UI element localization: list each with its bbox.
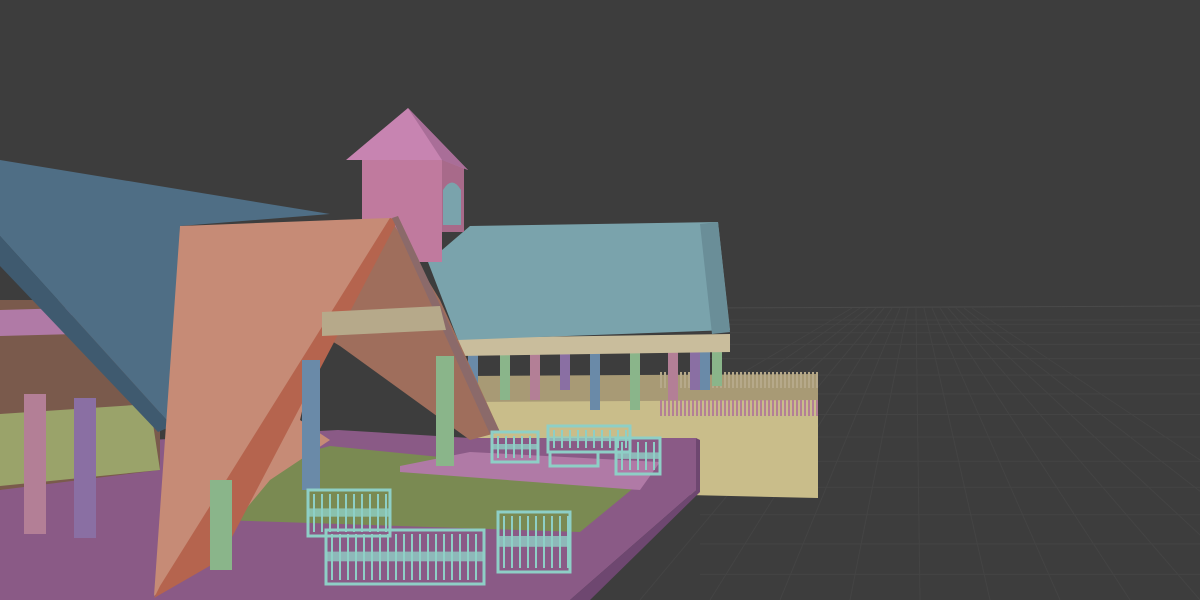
gable-column-front <box>210 480 232 570</box>
railing-post <box>684 400 686 416</box>
railing-post <box>756 372 758 388</box>
railing-post <box>760 372 762 388</box>
railing-post <box>732 372 734 388</box>
railing-post <box>788 372 790 388</box>
railing-post <box>728 372 730 388</box>
pavilion-column <box>712 350 722 386</box>
railing-post <box>744 400 746 416</box>
railing-post <box>668 400 670 416</box>
railing-post <box>768 372 770 388</box>
railing-post <box>784 372 786 388</box>
pavilion-column <box>530 350 540 400</box>
railing-post <box>808 400 810 416</box>
3d-viewport[interactable] <box>0 0 1200 600</box>
hall-column <box>74 398 96 538</box>
railing-post <box>800 372 802 388</box>
railing-post <box>748 372 750 388</box>
railing-post <box>720 400 722 416</box>
garden-bench[interactable] <box>614 436 662 476</box>
gable-column-green <box>436 356 454 466</box>
railing-post <box>744 372 746 388</box>
railing-post <box>776 372 778 388</box>
railing-post <box>672 400 674 416</box>
railing-post <box>784 400 786 416</box>
pavilion-column <box>700 350 710 390</box>
railing-post <box>724 372 726 388</box>
bench-seat <box>548 436 630 442</box>
pavilion-column <box>500 350 510 400</box>
pavilion-column <box>630 350 640 410</box>
railing-post <box>716 400 718 416</box>
railing-post <box>684 372 686 388</box>
bench-seat <box>326 551 484 562</box>
railing-post <box>800 400 802 416</box>
railing-post <box>792 400 794 416</box>
railing-post <box>780 372 782 388</box>
railing-post <box>812 372 814 388</box>
railing-post <box>660 400 662 416</box>
railing-post <box>688 400 690 416</box>
railing-post <box>688 372 690 388</box>
railing-post <box>660 372 662 388</box>
pavilion-roof <box>428 222 730 340</box>
railing-post <box>704 400 706 416</box>
railing-post <box>768 400 770 416</box>
railing-post <box>788 400 790 416</box>
railing-post <box>712 400 714 416</box>
railing-post <box>816 400 818 416</box>
railing-post <box>776 400 778 416</box>
railing-post <box>812 400 814 416</box>
railing-post <box>736 372 738 388</box>
railing-post <box>724 400 726 416</box>
railing-post <box>772 400 774 416</box>
railing-post <box>740 400 742 416</box>
railing-post <box>700 400 702 416</box>
railing-post <box>752 372 754 388</box>
railing-post <box>756 400 758 416</box>
railing-post <box>664 400 666 416</box>
railing-post <box>780 400 782 416</box>
railing-post <box>736 400 738 416</box>
railing-post <box>796 400 798 416</box>
hall-column <box>24 394 46 534</box>
scene-canvas <box>0 0 1200 600</box>
railing-post <box>816 372 818 388</box>
railing-post <box>728 400 730 416</box>
railing-post <box>760 400 762 416</box>
railing-post <box>692 400 694 416</box>
pavilion-column <box>560 350 570 390</box>
railing-post <box>764 372 766 388</box>
railing-post <box>740 372 742 388</box>
railing-post <box>752 400 754 416</box>
pavilion-column <box>690 350 700 390</box>
railing-post <box>796 372 798 388</box>
railing-post <box>680 400 682 416</box>
pavilion-column <box>590 350 600 410</box>
bench-seat <box>492 444 538 450</box>
railing-post <box>804 400 806 416</box>
railing-post <box>696 400 698 416</box>
railing-post <box>804 372 806 388</box>
railing-post <box>732 400 734 416</box>
railing-post <box>708 400 710 416</box>
gable-column-blue <box>302 360 320 490</box>
bench-seat <box>308 508 390 517</box>
railing-post <box>664 372 666 388</box>
railing-post <box>764 400 766 416</box>
railing-post <box>748 400 750 416</box>
railing-post <box>680 372 682 388</box>
railing-post <box>808 372 810 388</box>
railing-post <box>792 372 794 388</box>
railing-post <box>772 372 774 388</box>
railing-post <box>676 400 678 416</box>
bench-seat <box>498 536 570 547</box>
pavilion-column <box>668 350 678 400</box>
tower-arch-window <box>443 182 461 225</box>
